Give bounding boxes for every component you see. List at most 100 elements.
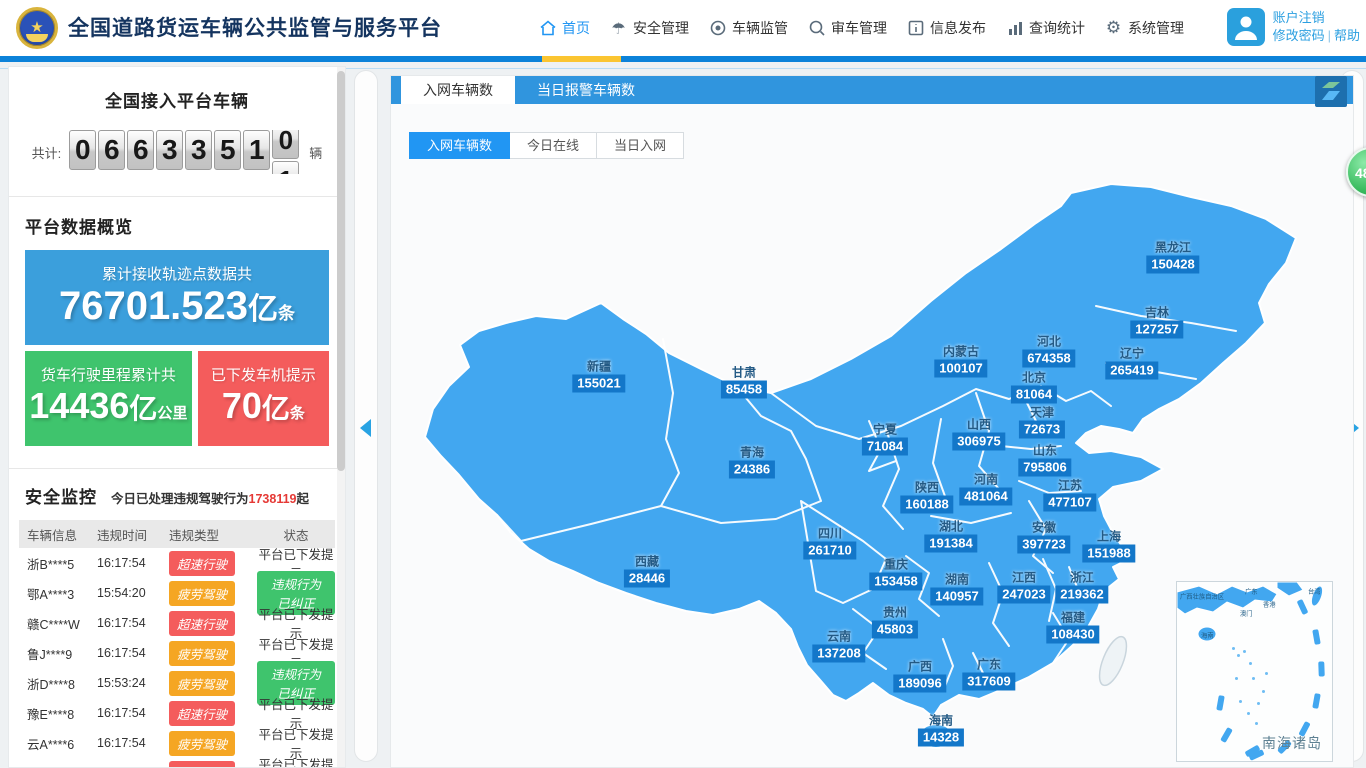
nav-item-车辆监管[interactable]: 车辆监管 [708,18,788,38]
inset-map-label: 南海诸岛 [1262,733,1322,753]
plate-cell: 鄂A****3 [19,584,97,603]
plate-cell: 浙B****5 [19,554,97,573]
map-tab-入网车辆数[interactable]: 入网车辆数 [401,76,515,104]
inset-map-south-china-sea: 广西壮族自治区广东香港澳门海南台湾 南海诸岛 [1176,581,1333,762]
column-header: 违规时间 [97,525,169,544]
inset-label-澳门: 澳门 [1240,609,1253,618]
plate-cell: 豫Q****0 [19,764,97,768]
vehicle-counter: 共计: 066335101 辆 [9,130,345,174]
nav-item-label: 审车管理 [831,18,887,38]
islet-dot [1262,690,1265,693]
mileage-label: 货车行驶里程累计共 [25,351,192,385]
inset-label-广东: 广东 [1245,587,1258,596]
nav-item-label: 车辆监管 [732,18,788,38]
prompts-value: 70亿条 [198,385,329,435]
hainan-island [919,724,953,748]
table-row[interactable]: 豫Q****016:17:54超速行驶平台已下发提示 [19,758,335,768]
map-panel: 黑龙江150428吉林127257辽宁265419内蒙古100107河北6743… [390,75,1354,768]
inset-label-海南: 海南 [1201,631,1214,640]
counter-prefix: 共计: [32,143,62,162]
today-processed-count: 1738119 [249,492,297,506]
link-separator: | [1328,28,1331,43]
overview-heading: 平台数据概览 [25,213,345,238]
user-avatar-icon[interactable] [1227,8,1265,46]
chevron-left-icon [360,419,371,437]
islet-dot [1255,722,1258,725]
violation-type-badge: 疲劳驾驶 [169,731,235,756]
odometer-digits: 066335101 [68,130,302,174]
time-cell: 15:53:24 [97,676,169,690]
header-underline-bar [0,56,1366,62]
islet-dot [1249,662,1252,665]
track-points-value: 76701.523亿条 [25,284,329,336]
prompts-label: 已下发车机提示 [198,351,329,385]
odometer-digit: 1 [243,130,270,170]
prompts-card: 已下发车机提示 70亿条 [198,351,329,446]
nav-item-label: 查询统计 [1029,18,1085,38]
time-cell: 16:17:54 [97,616,169,630]
nav-item-审车管理[interactable]: 审车管理 [807,18,887,38]
map-tab-当日报警车辆数[interactable]: 当日报警车辆数 [515,76,657,104]
map-switch-button[interactable] [1315,76,1347,107]
bar-chart-icon [1005,19,1024,38]
islet-dot [1247,712,1250,715]
violation-type-badge: 超速行驶 [169,761,235,768]
dash-segment [1216,695,1225,711]
active-nav-indicator [542,56,621,62]
violation-table: 车辆信息违规时间违规类型状态 浙B****516:17:54超速行驶平台已下发提… [19,520,335,768]
odometer-digit: 5 [214,130,241,170]
violation-type-badge: 超速行驶 [169,701,235,726]
nav-item-查询统计[interactable]: 查询统计 [1005,18,1085,38]
info-icon [906,19,925,38]
nav-item-label: 系统管理 [1128,18,1184,38]
magnifier-car-icon [807,19,826,38]
nav-item-信息发布[interactable]: 信息发布 [906,18,986,38]
app-header: ★ 全国道路货运车辆公共监管与服务平台 首页 ☂安全管理 车辆监管 审车管理信息发布 查… [0,0,1366,56]
odometer-digit: 6 [98,130,125,170]
type-cell: 疲劳驾驶 [169,641,257,666]
plate-cell: 赣C****W [19,614,97,633]
islet-dot [1243,650,1246,653]
counter-unit: 辆 [309,143,322,162]
track-points-label: 累计接收轨迹点数据共 [25,250,329,284]
scrollbar-thumb[interactable] [337,71,345,471]
nav-item-安全管理[interactable]: ☂安全管理 [609,18,689,38]
nav-item-系统管理[interactable]: ⚙ 系统管理 [1104,18,1184,38]
track-points-card: 累计接收轨迹点数据共 76701.523亿条 [25,250,329,345]
plate-cell: 浙D****8 [19,674,97,693]
type-cell: 疲劳驾驶 [169,581,257,606]
odometer-rolling-digit: 01 [272,130,301,174]
help-link[interactable]: 帮助 [1334,28,1360,43]
violation-type-badge: 疲劳驾驶 [169,671,235,696]
platform-logo-icon: ★ [16,7,58,49]
violation-type-badge: 疲劳驾驶 [169,641,235,666]
islet-dot [1237,654,1240,657]
status-cell: 平台已下发提示 [257,754,335,768]
change-password-link[interactable]: 修改密码 [1273,28,1325,43]
nav-item-label: 首页 [562,18,590,38]
nav-item-label: 安全管理 [633,18,689,38]
map-subtab-入网车辆数[interactable]: 入网车辆数 [409,132,510,159]
violation-type-badge: 疲劳驾驶 [169,581,235,606]
time-cell: 15:54:20 [97,586,169,600]
divider [9,196,345,197]
sidebar-scrollbar[interactable] [337,67,345,767]
mileage-card: 货车行驶里程累计共 14436亿公里 [25,351,192,446]
time-cell: 16:17:54 [97,556,169,570]
logout-link[interactable]: 账户注销 [1273,10,1325,25]
plate-cell: 鲁J****9 [19,644,97,663]
time-cell: 16:17:54 [97,646,169,660]
map-subtab-当日入网[interactable]: 当日入网 [597,132,684,159]
type-cell: 超速行驶 [169,701,257,726]
account-area: 账户注销 修改密码|帮助 [1227,8,1360,46]
home-icon [538,19,557,38]
dash-segment [1220,727,1233,743]
nav-item-首页[interactable]: 首页 [538,18,590,38]
carousel-prev-button[interactable] [354,70,378,762]
page-title: 全国道路货运车辆公共监管与服务平台 [68,0,442,56]
map-subtab-今日在线[interactable]: 今日在线 [510,132,597,159]
gear-icon: ⚙ [1104,19,1123,38]
type-cell: 超速行驶 [169,761,257,768]
type-cell: 超速行驶 [169,611,257,636]
plate-cell: 豫E****8 [19,704,97,723]
